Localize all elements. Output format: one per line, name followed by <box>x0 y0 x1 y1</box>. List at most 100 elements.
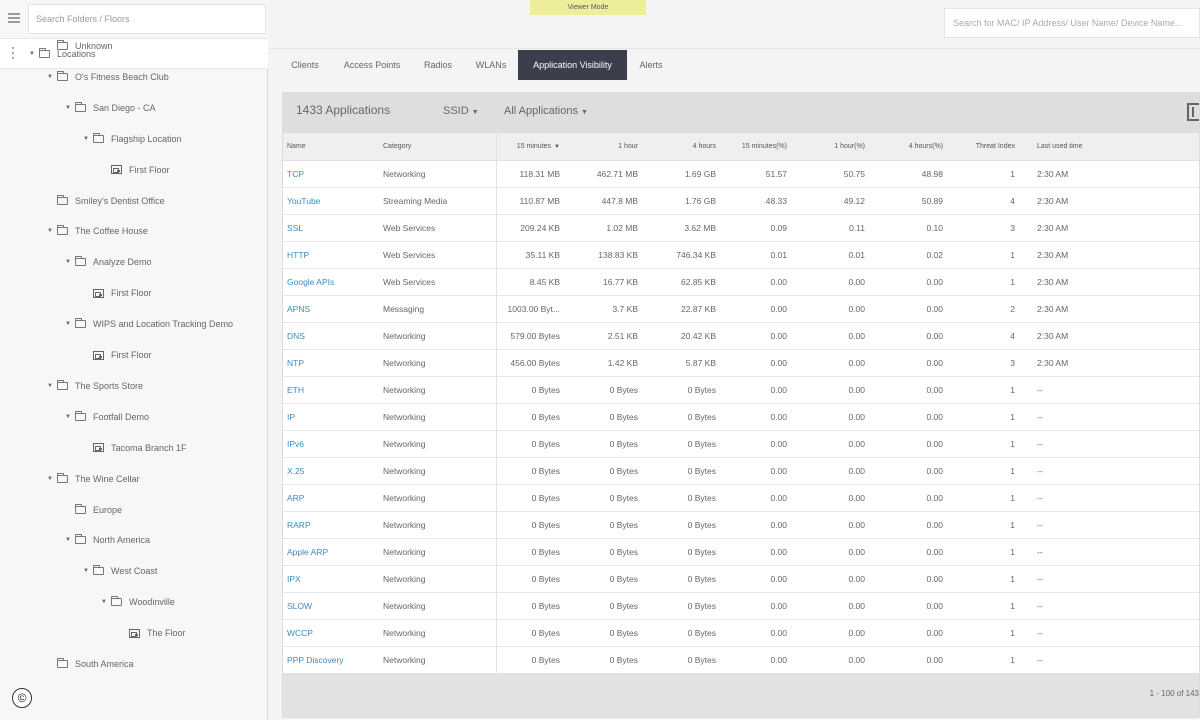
tree-node[interactable]: ▼Smiley's Dentist Office <box>46 191 165 211</box>
tree-node[interactable]: ▼ North America <box>64 530 150 550</box>
cell-category: Networking <box>379 376 497 404</box>
cell-name[interactable]: PPP Discovery <box>283 646 379 674</box>
table-row[interactable]: Apple ARP Networking 0 Bytes 0 Bytes 0 Bytes… <box>283 538 1199 566</box>
tab-clients[interactable]: Clients <box>280 50 330 80</box>
column-header-category[interactable]: Category <box>379 133 497 161</box>
expand-triangle-icon[interactable]: ▼ <box>46 383 54 389</box>
tree-node[interactable]: ▼Tacoma Branch 1F <box>82 438 187 458</box>
table-row[interactable]: ETH Networking 0 Bytes 0 Bytes 0 Bytes 0.00 0.… <box>283 376 1199 404</box>
tree-node[interactable]: ▼First Floor <box>100 160 170 180</box>
cell-name[interactable]: ARP <box>283 484 379 512</box>
column-toggle-icon[interactable] <box>1187 103 1199 121</box>
cell-name[interactable]: SSL <box>283 214 379 242</box>
tree-node[interactable]: ▼Europe <box>64 500 122 520</box>
table-row[interactable]: YouTube Streaming Media 110.87 MB 447.8 MB 1… <box>283 187 1199 215</box>
application-filter-dropdown[interactable]: All Applications ▼ <box>504 105 588 117</box>
expand-triangle-icon[interactable]: ▼ <box>82 136 90 142</box>
tab-application-visibility[interactable]: Application Visibility <box>518 50 627 80</box>
cell-name[interactable]: RARP <box>283 511 379 539</box>
table-row[interactable]: APNS Messaging 1003.00 Byt... 3.7 KB 22.87 K… <box>283 295 1199 323</box>
column-header-1-hour-pct[interactable]: 1 hour(%) <box>791 133 869 161</box>
cell-name[interactable]: ETH <box>283 376 379 404</box>
folder-search-input[interactable] <box>28 4 266 34</box>
global-search-input[interactable] <box>944 8 1200 38</box>
column-header-1-hour[interactable]: 1 hour <box>564 133 642 161</box>
tree-node[interactable]: ▼Unknown <box>46 36 113 56</box>
table-row[interactable]: PPP Discovery Networking 0 Bytes 0 Bytes 0 B… <box>283 646 1199 674</box>
expand-triangle-icon[interactable]: ▼ <box>46 74 54 80</box>
expand-triangle-icon[interactable]: ▼ <box>82 568 90 574</box>
tree-node[interactable]: ▼First Floor <box>82 345 152 365</box>
tab-wlans[interactable]: WLANs <box>468 50 514 80</box>
ssid-dropdown[interactable]: SSID ▼ <box>443 105 479 117</box>
expand-triangle-icon[interactable]: ▼ <box>46 476 54 482</box>
cell-name[interactable]: IPv6 <box>283 430 379 458</box>
tree-node[interactable]: ▼ Footfall Demo <box>64 407 149 427</box>
table-row[interactable]: HTTP Web Services 35.11 KB 138.83 KB 746.34 … <box>283 241 1199 269</box>
column-header-name[interactable]: Name <box>283 133 379 161</box>
tree-node[interactable]: ▼ WIPS and Location Tracking Demo <box>64 314 233 334</box>
expand-triangle-icon[interactable]: ▼ <box>100 599 108 605</box>
tab-alerts[interactable]: Alerts <box>632 50 670 80</box>
column-header-15-minutes-pct[interactable]: 15 minutes(%) <box>720 133 791 161</box>
tree-node[interactable]: ▼South America <box>46 654 134 674</box>
table-row[interactable]: IPX Networking 0 Bytes 0 Bytes 0 Bytes 0.00 0.… <box>283 565 1199 593</box>
table-row[interactable]: TCP Networking 118.31 MB 462.71 MB 1.69 GB 51… <box>283 160 1199 188</box>
column-header-last-used-time[interactable]: Last used time <box>1019 133 1199 161</box>
column-header-15-minutes[interactable]: 15 minutes ▼ <box>496 133 564 161</box>
cell-threat-index: 1 <box>947 403 1019 431</box>
expand-triangle-icon[interactable]: ▼ <box>64 537 72 543</box>
expand-triangle-icon[interactable]: ▼ <box>46 228 54 234</box>
tab-radios[interactable]: Radios <box>416 50 460 80</box>
table-row[interactable]: WCCP Networking 0 Bytes 0 Bytes 0 Bytes 0.00 0… <box>283 619 1199 647</box>
table-row[interactable]: SSL Web Services 209.24 KB 1.02 MB 3.62 MB 0.… <box>283 214 1199 242</box>
expand-triangle-icon[interactable]: ▼ <box>28 51 36 57</box>
cell-name[interactable]: WCCP <box>283 619 379 647</box>
table-row[interactable]: X.25 Networking 0 Bytes 0 Bytes 0 Bytes 0.00 0… <box>283 457 1199 485</box>
table-row[interactable]: DNS Networking 579.00 Bytes 2.51 KB 20.42 KB… <box>283 322 1199 350</box>
kebab-menu-icon[interactable] <box>12 47 15 61</box>
tree-node[interactable]: ▼ Analyze Demo <box>64 252 152 272</box>
table-row[interactable]: SLOW Networking 0 Bytes 0 Bytes 0 Bytes 0.00 0… <box>283 592 1199 620</box>
cell-name[interactable]: DNS <box>283 322 379 350</box>
cell-name[interactable]: APNS <box>283 295 379 323</box>
cell-4-hours-pct: 0.00 <box>869 376 947 404</box>
expand-triangle-icon[interactable]: ▼ <box>64 259 72 265</box>
tree-node[interactable]: ▼ Flagship Location <box>82 129 182 149</box>
table-row[interactable]: Google APIs Web Services 8.45 KB 16.77 KB 62… <box>283 268 1199 296</box>
table-row[interactable]: RARP Networking 0 Bytes 0 Bytes 0 Bytes 0.00 0… <box>283 511 1199 539</box>
column-header-4-hours-pct[interactable]: 4 hours(%) <box>869 133 947 161</box>
tree-node[interactable]: ▼ The Wine Cellar <box>46 469 140 489</box>
cell-name[interactable]: Apple ARP <box>283 538 379 566</box>
tree-node[interactable]: ▼ West Coast <box>82 561 157 581</box>
expand-triangle-icon[interactable]: ▼ <box>64 321 72 327</box>
column-header-4-hours[interactable]: 4 hours <box>642 133 720 161</box>
cell-name[interactable]: IPX <box>283 565 379 593</box>
expand-triangle-icon[interactable]: ▼ <box>64 105 72 111</box>
cell-name[interactable]: IP <box>283 403 379 431</box>
cell-name[interactable]: YouTube <box>283 187 379 215</box>
tree-node[interactable]: ▼First Floor <box>82 283 152 303</box>
tree-node[interactable]: ▼The Floor <box>118 623 186 643</box>
tab-access-points[interactable]: Access Points <box>338 50 406 80</box>
cell-name[interactable]: TCP <box>283 160 379 188</box>
table-row[interactable]: IPv6 Networking 0 Bytes 0 Bytes 0 Bytes 0.00 0… <box>283 430 1199 458</box>
expand-triangle-icon[interactable]: ▼ <box>64 414 72 420</box>
cell-name[interactable]: SLOW <box>283 592 379 620</box>
cell-name[interactable]: Google APIs <box>283 268 379 296</box>
cell-name[interactable]: NTP <box>283 349 379 377</box>
column-header-threat-index[interactable]: Threat Index <box>947 133 1019 161</box>
tree-node[interactable]: ▼ The Sports Store <box>46 376 143 396</box>
tree-node[interactable]: ▼ Woodinville <box>100 592 175 612</box>
table-row[interactable]: IP Networking 0 Bytes 0 Bytes 0 Bytes 0.00 0.0… <box>283 403 1199 431</box>
cell-name[interactable]: HTTP <box>283 241 379 269</box>
tree-node[interactable]: ▼ The Coffee House <box>46 221 148 241</box>
cell-name[interactable]: X.25 <box>283 457 379 485</box>
tree-root-row[interactable]: ▼ Locations <box>0 38 268 69</box>
table-row[interactable]: NTP Networking 456.00 Bytes 1.42 KB 5.87 KB 0… <box>283 349 1199 377</box>
table-row[interactable]: ARP Networking 0 Bytes 0 Bytes 0 Bytes 0.00 0.… <box>283 484 1199 512</box>
tree-node[interactable]: ▼ San Diego - CA <box>64 98 156 118</box>
cell-category: Web Services <box>379 214 497 242</box>
hamburger-icon[interactable] <box>8 13 20 23</box>
tree-node[interactable]: ▼ O's Fitness Beach Club <box>46 67 169 87</box>
